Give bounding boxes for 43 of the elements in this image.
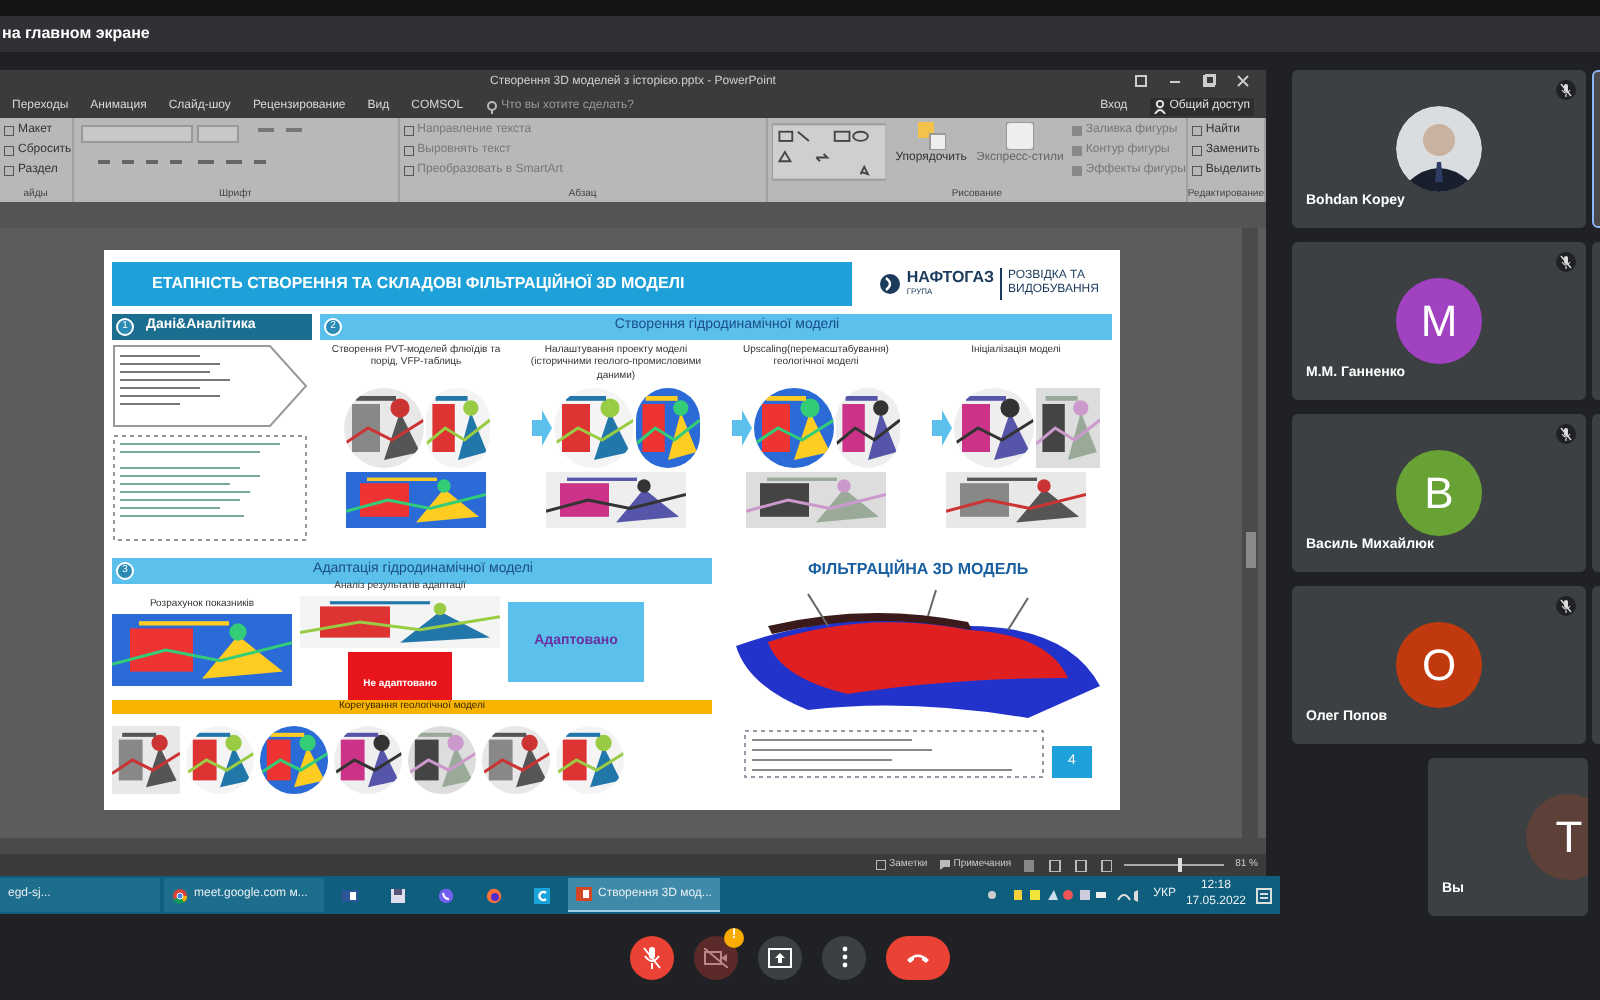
maximize-icon [1202,74,1216,88]
comment-icon [939,860,950,870]
arrow-icon [532,410,552,446]
microphone-button[interactable] [630,935,674,979]
network-volume-icon [1115,888,1144,902]
view-buttons-drawing [1023,859,1112,871]
avatar: В [1396,450,1482,536]
avatar: Т [1526,794,1588,880]
present-screen-icon [768,947,792,967]
avatar: М [1396,278,1482,364]
app-icon [534,887,550,903]
camera-icon [704,947,728,967]
notes-icon [875,860,886,870]
vertical-scrollbar[interactable] [1242,228,1258,838]
present-button[interactable] [758,935,802,979]
close-icon [1236,74,1250,88]
document-icon [342,887,358,903]
arrange-icon [917,122,946,150]
fox-globe-icon [486,887,502,903]
logo-text: НАФТОГАЗ [906,270,994,286]
banner-text: на главном экране [2,22,150,46]
arrow-icon [932,410,952,446]
horizontal-scrollbar[interactable] [0,838,1266,854]
drop-logo-icon [880,274,901,294]
restore-icon [1134,74,1148,88]
hang-up-button[interactable] [886,935,950,979]
arrow-icon [732,410,752,446]
style-icon [1005,122,1034,150]
avatar: О [1396,622,1482,708]
slide-title: ЕТАПНІСТЬ СТВОРЕННЯ ТА СКЛАДОВІ ФІЛЬТРАЦІЙНОЇ 3D МОДЕЛІ [152,272,685,296]
presentation-icon [576,886,592,902]
phone-bubble-icon [438,887,454,903]
phone-icon [906,951,930,963]
microphone-icon [642,945,662,969]
more-icon [841,946,847,968]
shapes-gallery-drawing [771,122,887,182]
more-options-button[interactable] [822,935,866,979]
person-icon [1153,99,1166,113]
tray-icons-drawing [985,888,1106,902]
notification-icon [1256,887,1272,903]
model-title: ФІЛЬТРАЦІЙНА 3D МОДЕЛЬ [807,558,1029,582]
lightbulb-icon [485,99,498,113]
browser-icon [172,887,188,903]
